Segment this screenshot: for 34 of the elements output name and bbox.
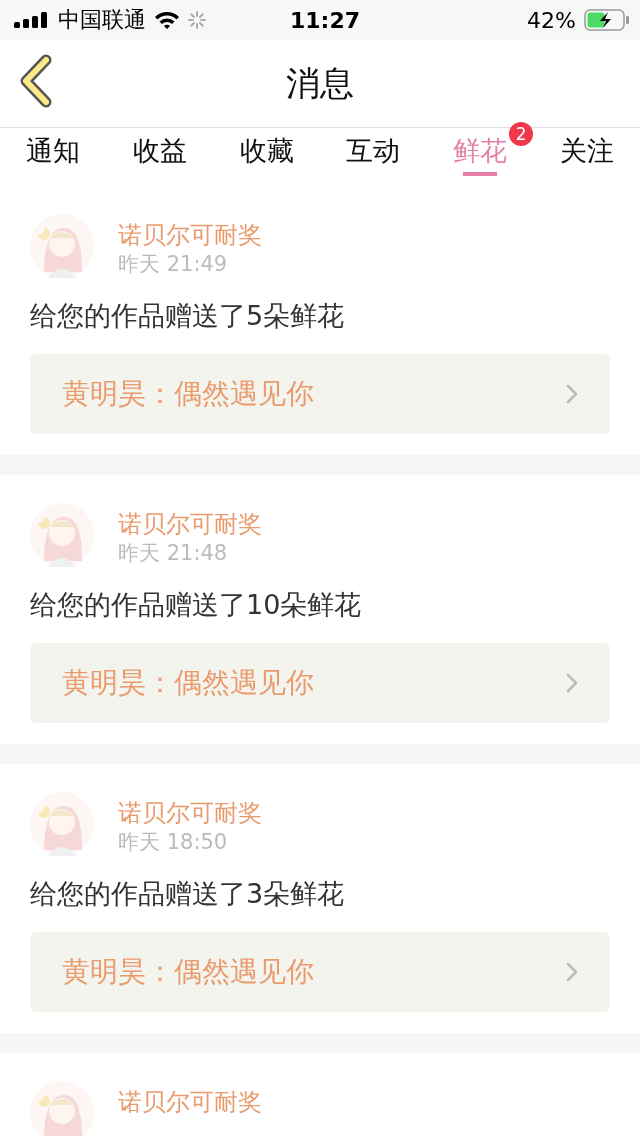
work-link[interactable]: 黄明昊：偶然遇见你 bbox=[30, 643, 610, 723]
message-time: 昨天 21:49 bbox=[118, 251, 229, 278]
sender-name[interactable]: 诺贝尔可耐奖 bbox=[118, 1087, 262, 1117]
message-text: 给您的作品赠送了5朵鲜花 bbox=[30, 299, 346, 333]
back-icon bbox=[18, 54, 54, 108]
avatar-icon bbox=[30, 792, 94, 856]
message-time: 昨天 21:48 bbox=[118, 540, 229, 567]
work-link[interactable]: 黄明昊：偶然遇见你 bbox=[30, 354, 610, 434]
loading-icon bbox=[188, 11, 206, 29]
sender-name[interactable]: 诺贝尔可耐奖 bbox=[118, 509, 262, 539]
sender-name[interactable]: 诺贝尔可耐奖 bbox=[118, 798, 262, 828]
signal-icon bbox=[14, 12, 50, 28]
work-link[interactable]: 黄明昊：偶然遇见你 bbox=[30, 932, 610, 1012]
tab[interactable]: 互动 bbox=[346, 136, 401, 180]
message-text: 给您的作品赠送了10朵鲜花 bbox=[30, 588, 363, 622]
chevron-icon bbox=[566, 384, 578, 404]
avatar-icon bbox=[30, 503, 94, 567]
sender-name[interactable]: 诺贝尔可耐奖 bbox=[118, 220, 262, 250]
carrier-name: 中国联通 bbox=[58, 6, 146, 34]
tab[interactable]: 收益 bbox=[132, 136, 187, 180]
chevron-icon bbox=[566, 673, 578, 693]
avatar-icon bbox=[30, 214, 94, 278]
count-badge: 2 bbox=[509, 122, 534, 146]
tab[interactable]: 关注 bbox=[560, 136, 614, 180]
message-text: 给您的作品赠送了3朵鲜花 bbox=[30, 877, 346, 911]
clock-time: 11:27 bbox=[290, 7, 361, 33]
tab[interactable]: 收藏 bbox=[239, 136, 294, 180]
battery-percent: 42% bbox=[527, 7, 576, 33]
battery-icon bbox=[584, 9, 630, 31]
chevron-icon bbox=[566, 962, 578, 982]
tab[interactable]: 通知 bbox=[26, 136, 80, 180]
page-title: 消息 bbox=[286, 61, 354, 105]
wifi-icon bbox=[154, 10, 180, 30]
message-time: 昨天 18:50 bbox=[118, 829, 229, 856]
